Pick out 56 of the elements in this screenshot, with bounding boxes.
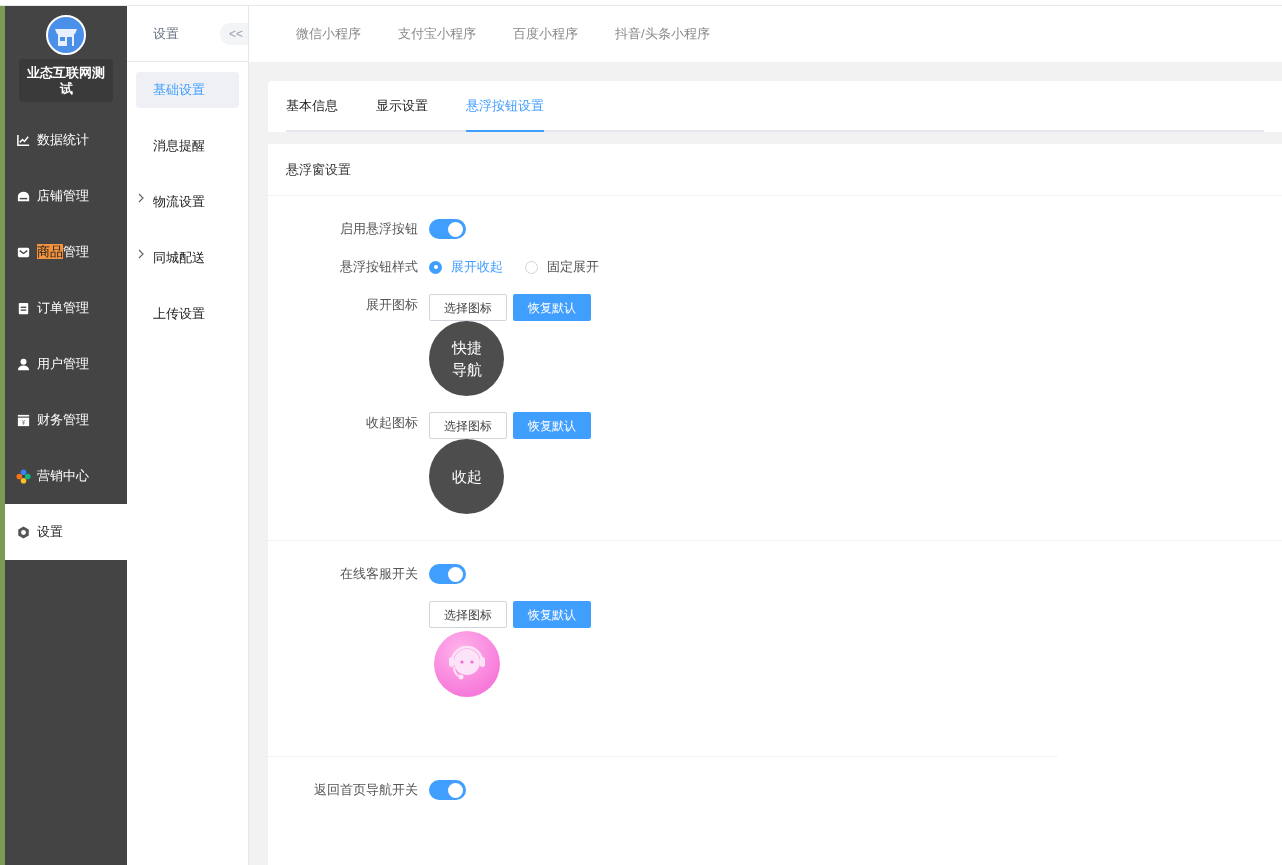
- submenu-item[interactable]: 物流设置: [136, 184, 239, 220]
- platform-tab[interactable]: 支付宝小程序: [398, 24, 476, 44]
- store-name: 业态互联网测试: [19, 59, 113, 102]
- platform-tab[interactable]: 抖音/头条小程序: [615, 24, 710, 44]
- submenu-item[interactable]: 消息提醒: [136, 128, 239, 164]
- sidebar-item[interactable]: 订单管理: [5, 280, 127, 336]
- field-label: 收起图标: [366, 415, 418, 430]
- select-icon-button[interactable]: 选择图标: [429, 412, 507, 439]
- sidebar-item[interactable]: 数据统计: [5, 112, 127, 168]
- preview-text: 导航: [451, 359, 482, 380]
- preview-text: 收起: [451, 466, 482, 487]
- four-petal-icon: [16, 468, 31, 484]
- nav-label: 设置: [37, 524, 63, 540]
- field-label: 启用悬浮按钮: [340, 221, 418, 236]
- toggle-switch[interactable]: [429, 564, 466, 584]
- nav-label: 数据统计: [37, 132, 89, 148]
- highlighted-text: 商品: [37, 244, 63, 260]
- sidebar-item[interactable]: 设置: [5, 504, 127, 560]
- panel-title: 悬浮窗设置: [286, 160, 351, 179]
- preview-text: 快捷: [451, 337, 482, 358]
- nav-label: 订单管理: [37, 300, 89, 316]
- tab[interactable]: 基本信息: [286, 81, 338, 132]
- submenu-title: 设置: [153, 24, 179, 43]
- platform-tab[interactable]: 百度小程序: [513, 24, 578, 44]
- user-icon: [16, 356, 31, 372]
- settings-icon: [16, 524, 31, 540]
- submenu-item[interactable]: 上传设置: [136, 296, 239, 332]
- wallet-icon: [16, 412, 31, 428]
- nav-label: 财务管理: [37, 412, 89, 428]
- platform-tab[interactable]: 微信小程序: [296, 24, 361, 44]
- submenu-item[interactable]: 同城配送: [136, 240, 239, 276]
- headset-icon: [433, 630, 501, 698]
- nav-label: 营销中心: [37, 468, 89, 484]
- chevron-icon: [138, 193, 144, 203]
- field-label: 在线客服开关: [340, 566, 418, 581]
- sidebar-item[interactable]: 商品管理: [5, 224, 127, 280]
- chart-icon: [16, 132, 31, 148]
- sidebar-item[interactable]: 用户管理: [5, 336, 127, 392]
- nav-label: 管理: [63, 244, 89, 260]
- store-logo-icon: [46, 15, 86, 55]
- field-label: 返回首页导航开关: [314, 782, 418, 797]
- sidebar-item[interactable]: 财务管理: [5, 392, 127, 448]
- select-icon-button[interactable]: 选择图标: [429, 294, 507, 321]
- toggle-switch[interactable]: [429, 219, 466, 239]
- nav-label: 用户管理: [37, 356, 89, 372]
- tab[interactable]: 显示设置: [376, 81, 428, 132]
- toggle-switch[interactable]: [429, 780, 466, 800]
- chevron-icon: [138, 249, 144, 259]
- field-label: 悬浮按钮样式: [340, 259, 418, 274]
- sidebar-item[interactable]: 店铺管理: [5, 168, 127, 224]
- field-label: 展开图标: [366, 297, 418, 312]
- sidebar-item[interactable]: 营销中心: [5, 448, 127, 504]
- clipboard-icon: [16, 300, 31, 316]
- radio-option[interactable]: 固定展开: [525, 257, 599, 277]
- nav-label: 店铺管理: [37, 188, 89, 204]
- select-icon-button[interactable]: 选择图标: [429, 601, 507, 628]
